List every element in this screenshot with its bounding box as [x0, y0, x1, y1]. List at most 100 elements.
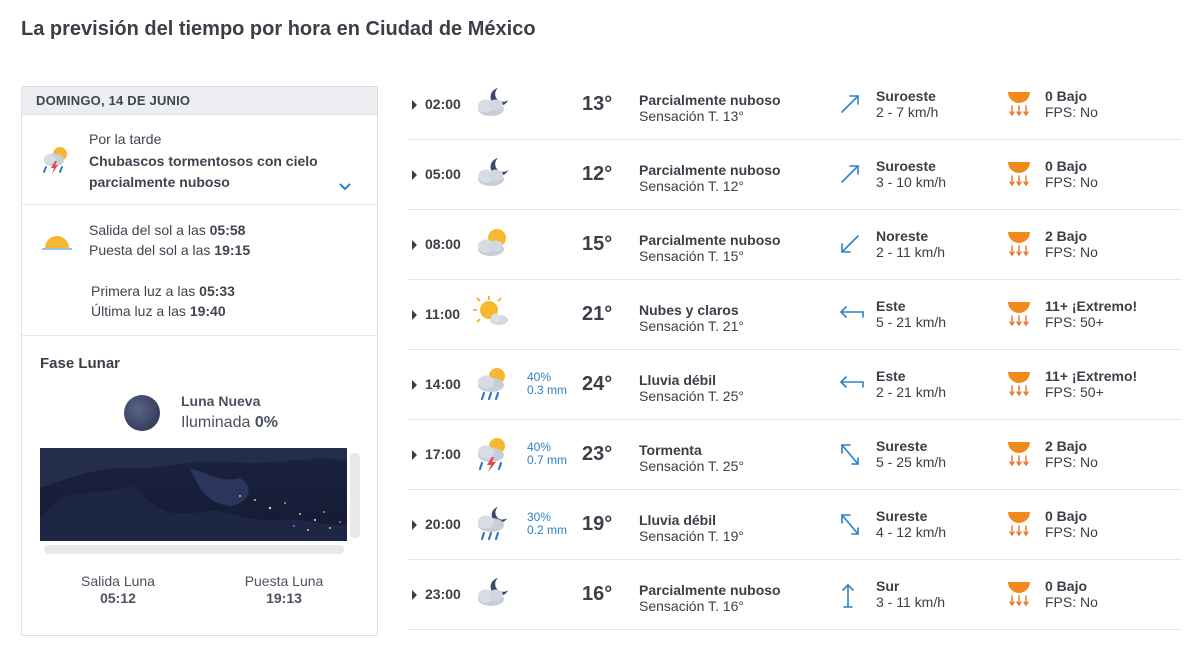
- sunset-line: Puesta del sol a las 19:15: [89, 242, 251, 258]
- hour-row[interactable]: 20:00 30% 0.2 mm 19° Lluvia débil Sensaci…: [408, 490, 1182, 560]
- storm-sun-icon: [40, 145, 72, 180]
- sun-small-cloud-icon: [472, 295, 512, 334]
- wind-speed: 3 - 10 km/h: [876, 174, 947, 190]
- uv-sun-icon: [1006, 158, 1032, 193]
- moon-cloud-icon: [472, 155, 512, 194]
- rain-moon-icon: [472, 505, 512, 548]
- temperature: 23°: [582, 443, 613, 465]
- moon-illumination: Iluminada 0%: [181, 414, 278, 431]
- condition: Tormenta: [639, 442, 702, 458]
- moonrise: Salida Luna 05:12: [78, 573, 158, 607]
- chevron-down-icon[interactable]: [338, 179, 352, 197]
- hour-row[interactable]: 05:00 12° Parcialmente nuboso Sensación …: [408, 140, 1182, 210]
- hour-time: 17:00: [425, 446, 461, 462]
- first-light-time: 05:33: [199, 283, 235, 299]
- hourly-forecast-list: 02:00 13° Parcialmente nuboso Sensación …: [408, 70, 1182, 630]
- map-vertical-scrollbar[interactable]: [350, 453, 360, 538]
- wind-speed: 2 - 7 km/h: [876, 104, 939, 120]
- hour-time: 05:00: [425, 166, 461, 182]
- expand-triangle-icon[interactable]: [412, 380, 417, 390]
- precipitation: 40% 0.7 mm: [527, 441, 567, 467]
- arrow-northwest-icon: [838, 442, 862, 473]
- wind-speed: 4 - 12 km/h: [876, 524, 947, 540]
- moonrise-time: 05:12: [100, 590, 136, 606]
- precip-amount: 0.3 mm: [527, 383, 568, 397]
- wind-direction: Sureste: [876, 438, 928, 454]
- expand-triangle-icon[interactable]: [412, 100, 417, 110]
- arrow-southwest-icon: [838, 232, 862, 261]
- condition: Lluvia débil: [639, 512, 717, 528]
- condition: Parcialmente nuboso: [639, 582, 781, 598]
- map-horizontal-scrollbar[interactable]: [44, 545, 344, 554]
- wind-direction: Sur: [876, 578, 900, 594]
- afternoon-label: Por la tarde: [89, 131, 162, 147]
- moonrise-label: Salida Luna: [81, 573, 155, 589]
- uv-index: 0 Bajo: [1045, 88, 1088, 104]
- expand-triangle-icon[interactable]: [412, 170, 417, 180]
- expand-triangle-icon[interactable]: [412, 310, 417, 320]
- wind-direction: Suroeste: [876, 88, 936, 104]
- feels-like: Sensación T. 16°: [639, 598, 744, 614]
- sunrise-icon: [40, 232, 74, 257]
- sunrise-time: 05:58: [209, 222, 246, 238]
- rain-sun-icon: [472, 365, 512, 408]
- feels-like: Sensación T. 19°: [639, 528, 744, 544]
- hour-time: 20:00: [425, 516, 461, 532]
- expand-triangle-icon[interactable]: [412, 590, 417, 600]
- uv-index: 2 Bajo: [1045, 228, 1088, 244]
- fps-recommendation: FPS: No: [1045, 524, 1098, 540]
- condition: Parcialmente nuboso: [639, 92, 781, 108]
- moon-phase-name: Luna Nueva: [181, 393, 261, 409]
- hour-row[interactable]: 14:00 40% 0.3 mm 24° Lluvia débil Sensaci…: [408, 350, 1182, 420]
- expand-triangle-icon[interactable]: [412, 450, 417, 460]
- temperature: 19°: [582, 513, 613, 535]
- uv-index: 2 Bajo: [1045, 438, 1088, 454]
- uv-sun-icon: [1006, 438, 1032, 473]
- hour-row[interactable]: 17:00 40% 0.7 mm 23° Tormenta Sensación T…: [408, 420, 1182, 490]
- afternoon-description: Chubascos tormentosos con cielo parcialm…: [89, 153, 318, 190]
- hour-row[interactable]: 08:00 15° Parcialmente nuboso Sensación …: [408, 210, 1182, 280]
- feels-like: Sensación T. 25°: [639, 458, 744, 474]
- hour-time: 14:00: [425, 376, 461, 392]
- arrow-west-icon: [838, 372, 866, 401]
- page-title: La previsión del tiempo por hora en Ciud…: [21, 18, 536, 40]
- temperature: 16°: [582, 583, 613, 605]
- wind-speed: 5 - 25 km/h: [876, 454, 947, 470]
- sunset-time: 19:15: [214, 242, 251, 258]
- wind-direction: Este: [876, 298, 906, 314]
- wind-speed: 2 - 21 km/h: [876, 384, 947, 400]
- wind-direction: Este: [876, 368, 906, 384]
- moonset: Puesta Luna 19:13: [242, 573, 326, 607]
- wind-speed: 3 - 11 km/h: [876, 594, 945, 610]
- temperature: 15°: [582, 233, 613, 255]
- expand-triangle-icon[interactable]: [412, 520, 417, 530]
- fps-recommendation: FPS: No: [1045, 174, 1098, 190]
- day-header: DOMINGO, 14 DE JUNIO: [22, 87, 377, 115]
- sunrise-line: Salida del sol a las 05:58: [89, 222, 246, 238]
- afternoon-summary[interactable]: Por la tarde Chubascos tormentosos con c…: [22, 115, 377, 205]
- hour-row[interactable]: 23:00 16° Parcialmente nuboso Sensación …: [408, 560, 1182, 630]
- wind-speed: 2 - 11 km/h: [876, 244, 945, 260]
- earth-night-map[interactable]: [40, 448, 347, 541]
- hour-row[interactable]: 11:00 21° Nubes y claros Sensación T. 21…: [408, 280, 1182, 350]
- wind-direction: Noreste: [876, 228, 929, 244]
- feels-like: Sensación T. 25°: [639, 388, 744, 404]
- moon-phase-title: Fase Lunar: [40, 355, 121, 372]
- uv-index: 11+ ¡Extremo!: [1045, 298, 1138, 314]
- arrow-north-icon: [838, 582, 858, 615]
- feels-like: Sensación T. 13°: [639, 108, 744, 124]
- hour-time: 23:00: [425, 586, 461, 602]
- uv-sun-icon: [1006, 298, 1032, 333]
- moonset-time: 19:13: [266, 590, 302, 606]
- uv-sun-icon: [1006, 228, 1032, 263]
- expand-triangle-icon[interactable]: [412, 240, 417, 250]
- precip-probability: 40%: [527, 440, 552, 454]
- wind-direction: Suroeste: [876, 158, 936, 174]
- moonset-label: Puesta Luna: [244, 573, 324, 589]
- hour-row[interactable]: 02:00 13° Parcialmente nuboso Sensación …: [408, 70, 1182, 140]
- condition: Nubes y claros: [639, 302, 739, 318]
- moon-cloud-icon: [472, 85, 512, 124]
- temperature: 12°: [582, 163, 613, 185]
- temperature: 21°: [582, 303, 613, 325]
- uv-sun-icon: [1006, 88, 1032, 123]
